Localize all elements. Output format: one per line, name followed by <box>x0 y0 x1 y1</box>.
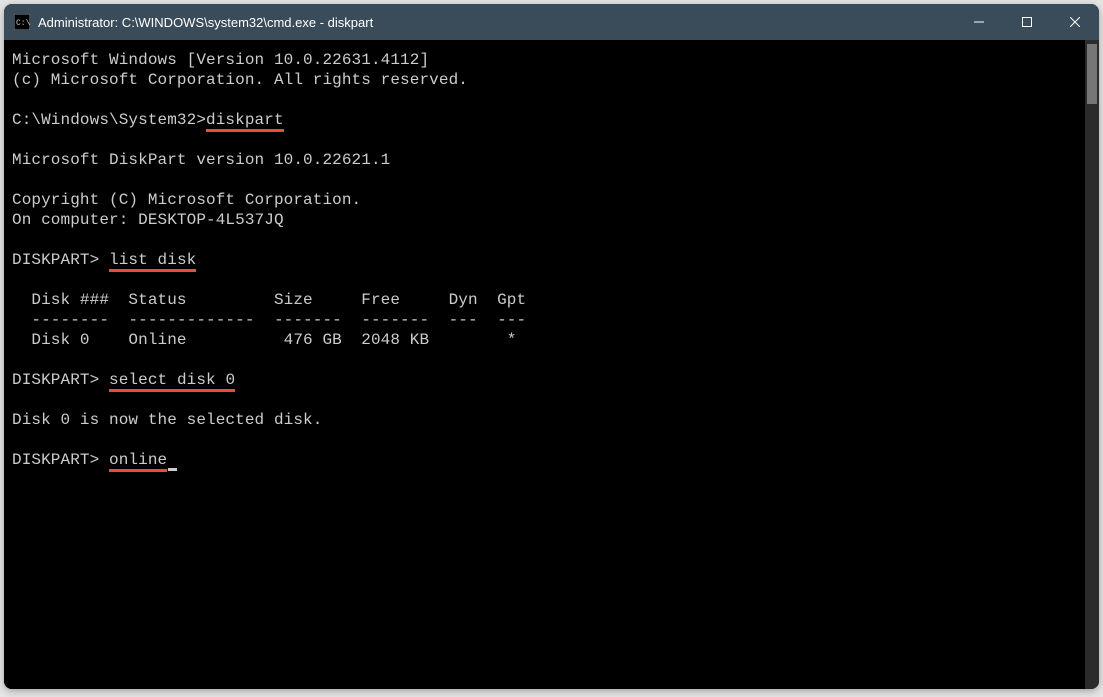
version-line: Microsoft Windows [Version 10.0.22631.41… <box>12 51 429 69</box>
diskpart-prompt: DISKPART> <box>12 451 99 469</box>
titlebar[interactable]: C:\ Administrator: C:\WINDOWS\system32\c… <box>4 4 1099 40</box>
cmd-select-disk: select disk 0 <box>109 371 235 392</box>
minimize-button[interactable] <box>955 4 1003 40</box>
cmd-diskpart: diskpart <box>206 111 284 132</box>
diskpart-prompt: DISKPART> <box>12 251 99 269</box>
terminal-area: Microsoft Windows [Version 10.0.22631.41… <box>4 40 1099 689</box>
selected-msg: Disk 0 is now the selected disk. <box>12 411 322 429</box>
maximize-button[interactable] <box>1003 4 1051 40</box>
copyright-line: (c) Microsoft Corporation. All rights re… <box>12 71 468 89</box>
window-controls <box>955 4 1099 40</box>
close-button[interactable] <box>1051 4 1099 40</box>
diskpart-prompt: DISKPART> <box>12 371 99 389</box>
svg-text:C:\: C:\ <box>16 19 30 28</box>
diskpart-version: Microsoft DiskPart version 10.0.22621.1 <box>12 151 390 169</box>
table-header: Disk ### Status Size Free Dyn Gpt <box>12 291 526 309</box>
table-divider: -------- ------------- ------- ------- -… <box>12 311 526 329</box>
cmd-window: C:\ Administrator: C:\WINDOWS\system32\c… <box>4 4 1099 689</box>
cmd-list-disk: list disk <box>109 251 196 272</box>
on-computer: On computer: DESKTOP-4L537JQ <box>12 211 284 229</box>
window-title: Administrator: C:\WINDOWS\system32\cmd.e… <box>38 15 955 30</box>
cmd-icon: C:\ <box>14 14 30 30</box>
terminal-output[interactable]: Microsoft Windows [Version 10.0.22631.41… <box>4 40 1085 689</box>
table-row: Disk 0 Online 476 GB 2048 KB * <box>12 331 516 349</box>
cmd-online: online <box>109 451 167 472</box>
prompt-path: C:\Windows\System32> <box>12 111 206 129</box>
scrollbar[interactable] <box>1085 40 1099 689</box>
scrollbar-thumb[interactable] <box>1087 44 1097 104</box>
diskpart-copyright: Copyright (C) Microsoft Corporation. <box>12 191 361 209</box>
cursor <box>168 468 177 471</box>
